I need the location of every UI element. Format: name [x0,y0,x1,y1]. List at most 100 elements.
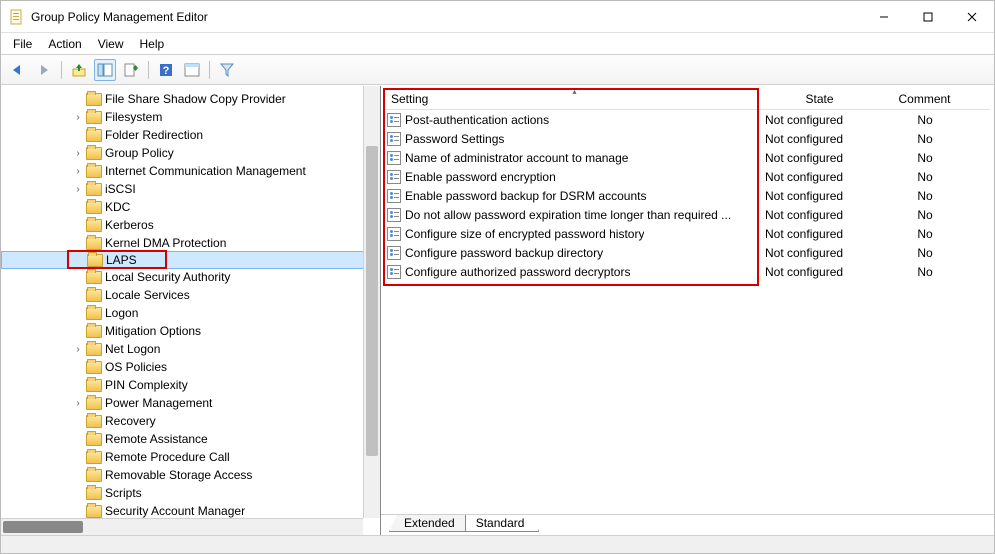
menu-view[interactable]: View [90,35,132,53]
expander-icon[interactable]: › [71,112,85,123]
tree-item-label: OS Policies [105,360,167,374]
tree-item[interactable]: File Share Shadow Copy Provider [1,90,380,108]
column-header-setting[interactable]: Setting▴ [385,88,765,109]
tree-item-label: File Share Shadow Copy Provider [105,92,286,106]
setting-comment: No [875,208,975,222]
settings-list[interactable]: Setting▴ State Comment Post-authenticati… [381,86,994,515]
folder-icon [86,469,102,482]
expander-icon[interactable]: › [71,148,85,159]
tab-standard[interactable]: Standard [465,515,540,532]
setting-row[interactable]: Password SettingsNot configuredNo [385,129,990,148]
tree-item-label: Recovery [105,414,156,428]
tree-item[interactable]: ›Power Management [1,394,380,412]
setting-row[interactable]: Configure password backup directory Not c… [385,243,990,262]
forward-button[interactable] [33,59,55,81]
maximize-button[interactable] [906,2,950,32]
tree-item[interactable]: ›iSCSI [1,180,380,198]
tree-item[interactable]: Local Security Authority [1,268,380,286]
tree-item[interactable]: Removable Storage Access [1,466,380,484]
tree-item-label: Group Policy [105,146,174,160]
tree-item[interactable]: PIN Complexity [1,376,380,394]
policy-setting-icon [387,170,401,184]
setting-comment: No [875,227,975,241]
setting-name: Configure password backup directory [405,246,603,260]
folder-icon [86,307,102,320]
tree-item[interactable]: Recovery [1,412,380,430]
tree-item[interactable]: Remote Assistance [1,430,380,448]
setting-state: Not configured [765,246,875,260]
show-hide-tree-button[interactable] [94,59,116,81]
app-window: Group Policy Management Editor File Acti… [0,0,995,554]
tree-item[interactable]: Locale Services [1,286,380,304]
menu-help[interactable]: Help [132,35,173,53]
tree-item[interactable]: Scripts [1,484,380,502]
tree-item[interactable]: › Net Logon [1,340,380,358]
menu-action[interactable]: Action [40,35,89,53]
setting-row[interactable]: Name of administrator account to manageN… [385,148,990,167]
setting-row[interactable]: Enable password backup for DSRM accounts… [385,186,990,205]
setting-name: Enable password encryption [405,170,556,184]
tree-item-label: Net Logon [105,342,160,356]
expander-icon[interactable]: › [71,344,85,355]
close-button[interactable] [950,2,994,32]
scrollbar-thumb[interactable] [366,146,378,456]
detail-pane: Setting▴ State Comment Post-authenticati… [381,86,994,535]
tree-item[interactable]: KDC [1,198,380,216]
folder-icon [86,147,102,160]
setting-name: Enable password backup for DSRM accounts [405,189,646,203]
setting-comment: No [875,170,975,184]
tree-scrollbar-horizontal[interactable] [1,518,363,535]
setting-row[interactable]: Do not allow password expiration time lo… [385,205,990,224]
column-header-state[interactable]: State [765,88,875,109]
expander-icon[interactable]: › [71,398,85,409]
tree-item[interactable]: Kernel DMA Protection [1,234,380,252]
up-button[interactable] [68,59,90,81]
menu-file[interactable]: File [5,35,40,53]
tree-item[interactable]: ›Internet Communication Management [1,162,380,180]
tree-item[interactable]: OS Policies [1,358,380,376]
minimize-button[interactable] [862,2,906,32]
tab-extended[interactable]: Extended [389,515,466,532]
setting-row[interactable]: Configure size of encrypted password his… [385,224,990,243]
setting-state: Not configured [765,227,875,241]
policy-setting-icon [387,227,401,241]
tree-item[interactable]: › Group Policy [1,144,380,162]
setting-state: Not configured [765,113,875,127]
setting-row[interactable]: Enable password encryptionNot configured… [385,167,990,186]
setting-name: Configure authorized password decryptors [405,265,630,279]
filter-button[interactable] [216,59,238,81]
detail-tabs: Extended Standard [381,515,994,535]
tree-item[interactable]: Logon [1,304,380,322]
tree-item[interactable]: Kerberos [1,216,380,234]
properties-button[interactable] [181,59,203,81]
tree-item-label: PIN Complexity [105,378,188,392]
scrollbar-thumb[interactable] [3,521,83,533]
tree-item[interactable]: ›Filesystem [1,108,380,126]
folder-icon [86,165,102,178]
app-icon [9,9,25,25]
setting-state: Not configured [765,151,875,165]
column-header-comment[interactable]: Comment [875,88,975,109]
tree-item[interactable]: Folder Redirection [1,126,380,144]
tree-item[interactable]: Remote Procedure Call [1,448,380,466]
tree-body[interactable]: File Share Shadow Copy Provider ›Filesyst… [1,86,380,535]
expander-icon[interactable]: › [71,166,85,177]
tree-item-label: Local Security Authority [105,270,230,284]
setting-comment: No [875,189,975,203]
setting-row[interactable]: Configure authorized password decryptors… [385,262,990,281]
tree-scrollbar-vertical[interactable] [363,86,380,518]
tree-item[interactable]: LAPS [1,251,380,269]
folder-icon [86,237,102,250]
help-button[interactable]: ? [155,59,177,81]
setting-row[interactable]: Post-authentication actionsNot configure… [385,110,990,129]
tree-item[interactable]: Mitigation Options [1,322,380,340]
setting-comment: No [875,132,975,146]
export-list-button[interactable] [120,59,142,81]
policy-setting-icon [387,265,401,279]
folder-icon [86,433,102,446]
folder-icon [86,129,102,142]
policy-setting-icon [387,208,401,222]
back-button[interactable] [7,59,29,81]
tree-item-label: LAPS [106,253,137,267]
expander-icon[interactable]: › [71,184,85,195]
